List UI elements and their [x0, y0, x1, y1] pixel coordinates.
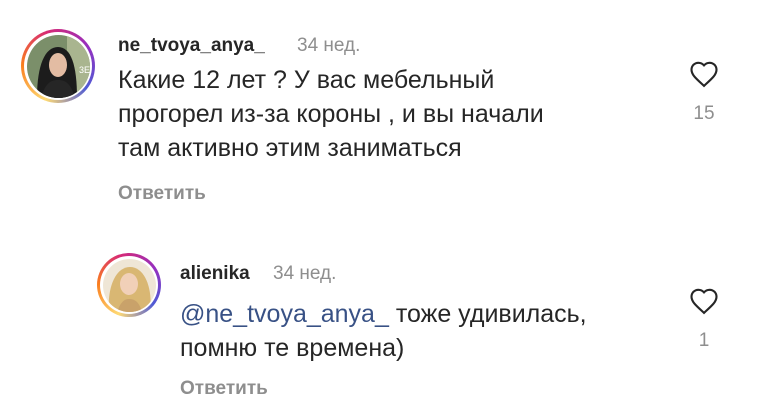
comment-text: Какие 12 лет ? У вас мебельный прогорел …	[118, 66, 544, 162]
comment-username[interactable]: alienika	[180, 263, 250, 285]
comment-username[interactable]: ne_tvoya_anya_	[118, 35, 265, 57]
avatar[interactable]	[97, 253, 161, 317]
avatar-image	[102, 258, 156, 312]
reply-button[interactable]: Ответить	[180, 378, 268, 400]
comment-timestamp: 34 нед.	[297, 35, 361, 56]
comment-timestamp: 34 нед.	[273, 263, 337, 284]
comment-text: @ne_tvoya_anya_ тоже удивилась, помню те…	[180, 297, 587, 365]
heart-icon[interactable]	[689, 287, 719, 315]
mention-link[interactable]: @ne_tvoya_anya_	[180, 300, 389, 328]
heart-icon[interactable]	[689, 60, 719, 88]
avatar-image: 3E	[26, 34, 90, 98]
reply-button[interactable]: Ответить	[118, 183, 206, 205]
like-count: 15	[693, 103, 715, 124]
avatar[interactable]: 3E	[21, 29, 95, 103]
svg-text:3E: 3E	[79, 65, 90, 75]
like-count: 1	[698, 330, 710, 351]
